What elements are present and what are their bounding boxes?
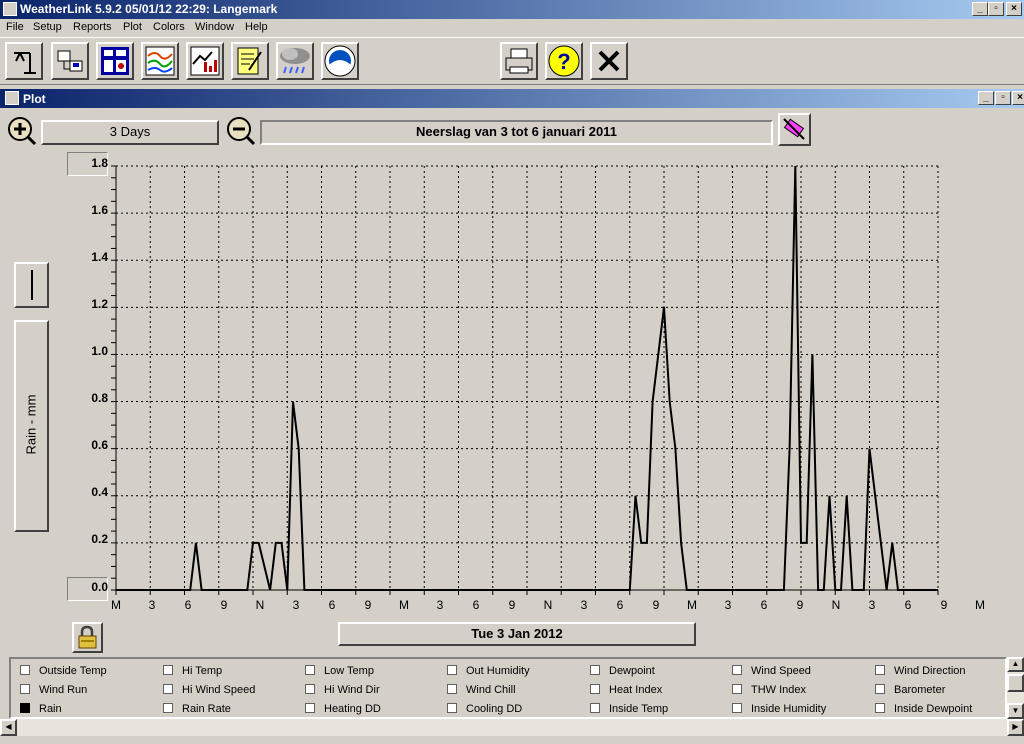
legend-checkbox[interactable] xyxy=(875,703,885,713)
legend-item[interactable]: Wind Direction xyxy=(875,665,966,677)
legend-label: Wind Direction xyxy=(894,665,966,677)
x-tick-label: 6 xyxy=(328,598,336,612)
legend-checkbox[interactable] xyxy=(163,703,173,713)
legend-label: Wind Speed xyxy=(751,665,811,677)
legend-item[interactable]: Out Humidity xyxy=(447,665,530,677)
legend-item[interactable]: Wind Speed xyxy=(732,665,811,677)
x-tick-label: 9 xyxy=(940,598,948,612)
x-tick-label: 6 xyxy=(616,598,624,612)
x-tick-label: M xyxy=(687,598,697,612)
legend-item[interactable]: Inside Temp xyxy=(590,703,668,715)
padlock-icon xyxy=(78,625,97,649)
legend-label: Barometer xyxy=(894,684,946,696)
x-tick-label: N xyxy=(543,598,553,612)
legend-label: Hi Temp xyxy=(182,665,223,677)
legend-item[interactable]: Inside Dewpoint xyxy=(875,703,972,715)
legend-item[interactable]: Wind Run xyxy=(20,684,87,696)
x-tick-label: 6 xyxy=(184,598,192,612)
legend-checkbox[interactable] xyxy=(447,703,457,713)
legend-checkbox[interactable] xyxy=(20,703,30,713)
x-tick-label: 9 xyxy=(364,598,372,612)
legend-label: Heating DD xyxy=(324,703,381,715)
legend-checkbox[interactable] xyxy=(447,684,457,694)
legend-label: Cooling DD xyxy=(466,703,523,715)
legend-item[interactable]: Inside Humidity xyxy=(732,703,826,715)
legend-label: Wind Run xyxy=(39,684,88,696)
legend-item[interactable]: Rain Rate xyxy=(163,703,231,715)
x-tick-label: 9 xyxy=(796,598,804,612)
legend-label: Inside Dewpoint xyxy=(894,703,973,715)
scroll-down-icon[interactable]: ▼ xyxy=(1007,703,1024,719)
legend-checkbox[interactable] xyxy=(20,665,30,675)
legend-label: Out Humidity xyxy=(466,665,530,677)
scroll-right-icon[interactable]: ▶ xyxy=(1007,719,1024,736)
legend-label: Rain xyxy=(39,703,62,715)
legend-checkbox[interactable] xyxy=(732,665,742,675)
legend-checkbox[interactable] xyxy=(875,665,885,675)
legend-checkbox[interactable] xyxy=(590,684,600,694)
x-tick-label: N xyxy=(255,598,265,612)
x-tick-label: 9 xyxy=(508,598,516,612)
x-tick-label: 6 xyxy=(472,598,480,612)
legend-item[interactable]: Hi Wind Speed xyxy=(163,684,255,696)
legend-checkbox[interactable] xyxy=(163,684,173,694)
legend-label: Heat Index xyxy=(609,684,663,696)
legend-label: Outside Temp xyxy=(39,665,107,677)
x-tick-label: 3 xyxy=(580,598,588,612)
legend-checkbox[interactable] xyxy=(20,684,30,694)
legend-checkbox[interactable] xyxy=(732,684,742,694)
legend-checkbox[interactable] xyxy=(163,665,173,675)
legend-item[interactable]: Barometer xyxy=(875,684,945,696)
scroll-thumb[interactable] xyxy=(1007,674,1024,692)
x-tick-label: M xyxy=(111,598,121,612)
x-tick-label: 3 xyxy=(292,598,300,612)
x-tick-label: 9 xyxy=(220,598,228,612)
legend-item[interactable]: Dewpoint xyxy=(590,665,655,677)
legend-label: Inside Humidity xyxy=(751,703,827,715)
legend-item[interactable]: Hi Temp xyxy=(163,665,222,677)
legend-checkbox[interactable] xyxy=(590,703,600,713)
legend-item[interactable]: Rain xyxy=(20,703,62,715)
legend-item[interactable]: Outside Temp xyxy=(20,665,107,677)
x-tick-label: 6 xyxy=(904,598,912,612)
legend-label: Inside Temp xyxy=(609,703,669,715)
x-tick-label: M xyxy=(399,598,409,612)
date-button[interactable]: Tue 3 Jan 2012 xyxy=(338,622,696,646)
horizontal-scrollbar[interactable]: ◀ ▶ xyxy=(0,719,1024,736)
legend-item[interactable]: THW Index xyxy=(732,684,806,696)
legend-checkbox[interactable] xyxy=(447,665,457,675)
legend-item[interactable]: Cooling DD xyxy=(447,703,522,715)
x-tick-label: 3 xyxy=(868,598,876,612)
legend-checkbox[interactable] xyxy=(590,665,600,675)
legend-label: Low Temp xyxy=(324,665,374,677)
x-tick-label: N xyxy=(831,598,841,612)
legend-item[interactable]: Heat Index xyxy=(590,684,662,696)
legend-item[interactable]: Heating DD xyxy=(305,703,381,715)
lock-button[interactable] xyxy=(72,622,103,653)
chart-grid xyxy=(116,165,939,590)
legend-label: THW Index xyxy=(751,684,807,696)
legend-checkbox[interactable] xyxy=(732,703,742,713)
legend-item[interactable]: Hi Wind Dir xyxy=(305,684,380,696)
legend-label: Hi Wind Speed xyxy=(182,684,256,696)
legend-checkbox[interactable] xyxy=(875,684,885,694)
x-tick-label: 9 xyxy=(652,598,660,612)
scroll-up-icon[interactable]: ▲ xyxy=(1007,657,1024,672)
legend-label: Wind Chill xyxy=(466,684,516,696)
legend-checkbox[interactable] xyxy=(305,703,315,713)
legend-checkbox[interactable] xyxy=(305,665,315,675)
x-tick-label: 3 xyxy=(724,598,732,612)
x-tick-label: 6 xyxy=(760,598,768,612)
x-tick-label: 3 xyxy=(436,598,444,612)
x-tick-label: 3 xyxy=(148,598,156,612)
legend-label: Dewpoint xyxy=(609,665,655,677)
legend-item[interactable]: Wind Chill xyxy=(447,684,516,696)
legend-checkbox[interactable] xyxy=(305,684,315,694)
legend-scrollbar[interactable]: ▲ ▼ xyxy=(1007,657,1024,719)
scroll-left-icon[interactable]: ◀ xyxy=(0,719,17,736)
legend-item[interactable]: Low Temp xyxy=(305,665,374,677)
legend-label: Rain Rate xyxy=(182,703,231,715)
legend-label: Hi Wind Dir xyxy=(324,684,380,696)
x-tick-label: M xyxy=(975,598,985,612)
